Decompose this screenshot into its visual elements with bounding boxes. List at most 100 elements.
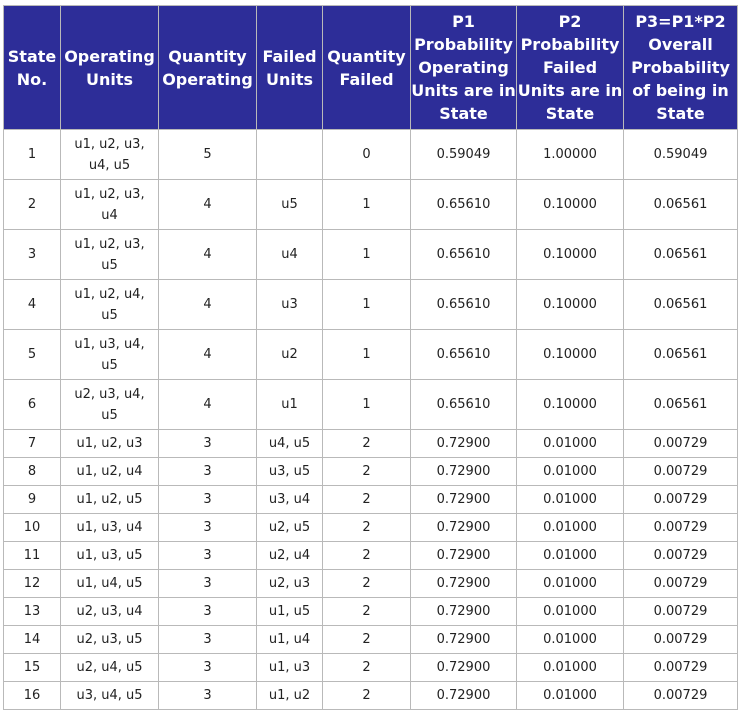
table-row: 8 u1, u2, u4 3 u3, u5 2 0.72900 0.01000 0.00729 bbox=[3, 457, 738, 486]
cell-p3: 0.00729 bbox=[623, 485, 738, 514]
cell-operating-units: u1, u2, u3, u4, u5 bbox=[60, 129, 159, 180]
cell-p2: 0.01000 bbox=[516, 653, 624, 682]
cell-quantity-failed: 2 bbox=[322, 625, 411, 654]
cell-p2: 1.00000 bbox=[516, 129, 624, 180]
cell-failed-units: u2, u3 bbox=[256, 569, 323, 598]
header-quantity-failed: Quantity Failed bbox=[322, 5, 411, 130]
cell-p1: 0.72900 bbox=[410, 681, 517, 710]
cell-p2: 0.10000 bbox=[516, 329, 624, 380]
cell-p1: 0.65610 bbox=[410, 379, 517, 430]
cell-quantity-failed: 1 bbox=[322, 379, 411, 430]
cell-quantity-operating: 3 bbox=[158, 569, 257, 598]
cell-p2: 0.01000 bbox=[516, 457, 624, 486]
cell-p3: 0.00729 bbox=[623, 429, 738, 458]
table-row: 11 u1, u3, u5 3 u2, u4 2 0.72900 0.01000 0.0072… bbox=[3, 541, 738, 570]
table-row: 5 u1, u3, u4, u5 4 u2 1 0.65610 0.10000 0.06561 bbox=[3, 329, 738, 380]
cell-state-no: 8 bbox=[3, 457, 61, 486]
cell-quantity-failed: 2 bbox=[322, 485, 411, 514]
cell-p2: 0.01000 bbox=[516, 429, 624, 458]
cell-p3: 0.59049 bbox=[623, 129, 738, 180]
cell-p1: 0.72900 bbox=[410, 541, 517, 570]
cell-p3: 0.00729 bbox=[623, 625, 738, 654]
table-row: 16 u3, u4, u5 3 u1, u2 2 0.72900 0.01000 0.0072… bbox=[3, 681, 738, 710]
cell-p1: 0.59049 bbox=[410, 129, 517, 180]
cell-operating-units: u2, u3, u4, u5 bbox=[60, 379, 159, 430]
cell-quantity-failed: 0 bbox=[322, 129, 411, 180]
cell-p3: 0.00729 bbox=[623, 681, 738, 710]
table-row: 3 u1, u2, u3, u5 4 u4 1 0.65610 0.10000 0.06561 bbox=[3, 229, 738, 280]
cell-p1: 0.72900 bbox=[410, 653, 517, 682]
cell-p3: 0.06561 bbox=[623, 229, 738, 280]
cell-quantity-failed: 2 bbox=[322, 569, 411, 598]
cell-operating-units: u2, u3, u5 bbox=[60, 625, 159, 654]
cell-p1: 0.65610 bbox=[410, 229, 517, 280]
cell-operating-units: u1, u2, u3, u4 bbox=[60, 179, 159, 230]
cell-operating-units: u1, u3, u5 bbox=[60, 541, 159, 570]
cell-p1: 0.72900 bbox=[410, 457, 517, 486]
cell-quantity-operating: 3 bbox=[158, 597, 257, 626]
cell-quantity-failed: 2 bbox=[322, 541, 411, 570]
cell-failed-units: u4 bbox=[256, 229, 323, 280]
cell-quantity-operating: 4 bbox=[158, 229, 257, 280]
cell-state-no: 12 bbox=[3, 569, 61, 598]
cell-state-no: 15 bbox=[3, 653, 61, 682]
cell-quantity-operating: 3 bbox=[158, 625, 257, 654]
cell-failed-units: u3, u5 bbox=[256, 457, 323, 486]
cell-p2: 0.10000 bbox=[516, 229, 624, 280]
cell-state-no: 10 bbox=[3, 513, 61, 542]
cell-operating-units: u1, u4, u5 bbox=[60, 569, 159, 598]
cell-quantity-failed: 2 bbox=[322, 429, 411, 458]
cell-state-no: 3 bbox=[3, 229, 61, 280]
cell-failed-units: u1, u5 bbox=[256, 597, 323, 626]
cell-operating-units: u1, u2, u3, u5 bbox=[60, 229, 159, 280]
cell-failed-units: u2 bbox=[256, 329, 323, 380]
cell-p1: 0.72900 bbox=[410, 485, 517, 514]
cell-operating-units: u1, u2, u3 bbox=[60, 429, 159, 458]
table-row: 14 u2, u3, u5 3 u1, u4 2 0.72900 0.01000 0.0072… bbox=[3, 625, 738, 654]
cell-failed-units: u1, u2 bbox=[256, 681, 323, 710]
cell-operating-units: u1, u2, u4, u5 bbox=[60, 279, 159, 330]
cell-operating-units: u3, u4, u5 bbox=[60, 681, 159, 710]
cell-quantity-failed: 1 bbox=[322, 229, 411, 280]
cell-state-no: 14 bbox=[3, 625, 61, 654]
cell-failed-units: u1, u3 bbox=[256, 653, 323, 682]
header-p3: P3=P1*P2 Overall Probability of being in… bbox=[623, 5, 738, 130]
cell-quantity-failed: 2 bbox=[322, 597, 411, 626]
cell-quantity-operating: 3 bbox=[158, 681, 257, 710]
cell-state-no: 5 bbox=[3, 329, 61, 380]
cell-quantity-operating: 3 bbox=[158, 429, 257, 458]
cell-failed-units: u2, u4 bbox=[256, 541, 323, 570]
cell-state-no: 1 bbox=[3, 129, 61, 180]
cell-quantity-failed: 2 bbox=[322, 653, 411, 682]
cell-state-no: 13 bbox=[3, 597, 61, 626]
cell-quantity-operating: 3 bbox=[158, 653, 257, 682]
cell-p1: 0.65610 bbox=[410, 329, 517, 380]
table-row: 15 u2, u4, u5 3 u1, u3 2 0.72900 0.01000 0.0072… bbox=[3, 653, 738, 682]
table-row: 2 u1, u2, u3, u4 4 u5 1 0.65610 0.10000 0.06561 bbox=[3, 179, 738, 230]
cell-failed-units: u1, u4 bbox=[256, 625, 323, 654]
cell-p3: 0.00729 bbox=[623, 513, 738, 542]
cell-p2: 0.01000 bbox=[516, 625, 624, 654]
cell-state-no: 7 bbox=[3, 429, 61, 458]
cell-p2: 0.10000 bbox=[516, 379, 624, 430]
table-row: 4 u1, u2, u4, u5 4 u3 1 0.65610 0.10000 0.06561 bbox=[3, 279, 738, 330]
cell-failed-units bbox=[256, 129, 323, 180]
cell-state-no: 11 bbox=[3, 541, 61, 570]
table-row: 13 u2, u3, u4 3 u1, u5 2 0.72900 0.01000 0.0072… bbox=[3, 597, 738, 626]
cell-state-no: 16 bbox=[3, 681, 61, 710]
cell-p2: 0.01000 bbox=[516, 681, 624, 710]
cell-p1: 0.65610 bbox=[410, 279, 517, 330]
header-failed-units: Failed Units bbox=[256, 5, 323, 130]
cell-p3: 0.00729 bbox=[623, 653, 738, 682]
header-p1: P1 Probability Operating Units are in St… bbox=[410, 5, 517, 130]
cell-quantity-operating: 3 bbox=[158, 485, 257, 514]
table-row: 10 u1, u3, u4 3 u2, u5 2 0.72900 0.01000 0.0072… bbox=[3, 513, 738, 542]
cell-state-no: 6 bbox=[3, 379, 61, 430]
cell-quantity-failed: 2 bbox=[322, 457, 411, 486]
cell-quantity-operating: 4 bbox=[158, 279, 257, 330]
cell-failed-units: u3, u4 bbox=[256, 485, 323, 514]
cell-p1: 0.72900 bbox=[410, 513, 517, 542]
cell-p2: 0.10000 bbox=[516, 279, 624, 330]
cell-quantity-operating: 5 bbox=[158, 129, 257, 180]
cell-quantity-failed: 1 bbox=[322, 329, 411, 380]
